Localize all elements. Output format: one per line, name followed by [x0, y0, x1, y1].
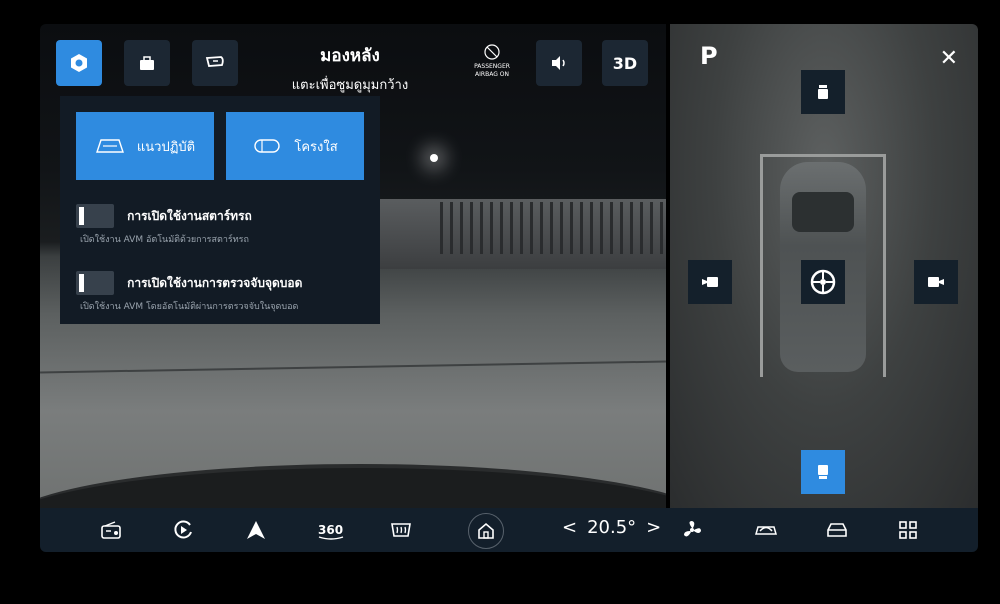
car-front-icon	[827, 523, 847, 537]
grid-icon	[899, 521, 917, 539]
rear-defrost-button[interactable]	[389, 518, 413, 542]
start-activation-toggle[interactable]	[76, 204, 114, 228]
wheel-view-button[interactable]	[801, 260, 845, 304]
air-recirculation-icon	[755, 526, 777, 535]
rear-camera-view[interactable]: มองหลัง แตะเพื่อซูมดูมุมกว้าง PASSENGER …	[40, 24, 666, 508]
radio-button[interactable]	[99, 518, 123, 542]
bottom-nav-bar: 360 < 20.5° >	[40, 508, 978, 552]
trunk-icon	[140, 56, 154, 70]
svg-text:360: 360	[318, 523, 343, 537]
blindspot-activation-row: การเปิดใช้งานการตรวจจับจุดบอด เปิดใช้งาน…	[76, 271, 376, 313]
radio-icon	[101, 521, 121, 539]
guide-mode-label: แนวปฏิบัติ	[136, 139, 196, 155]
blindspot-activation-description: เปิดใช้งาน AVM โดยอัตโนมัติผ่านการตรวจจั…	[80, 302, 299, 312]
mirror-view-button[interactable]	[192, 40, 238, 86]
camera-fence	[440, 202, 666, 254]
360-camera-icon: 360	[318, 523, 344, 540]
home-icon	[478, 522, 494, 539]
close-icon[interactable]: ✕	[940, 46, 958, 71]
camera-bumper-edge	[40, 464, 666, 508]
play-circle-icon	[174, 520, 192, 539]
trunk-view-button[interactable]	[124, 40, 170, 86]
settings-icon	[71, 54, 87, 72]
volume-button[interactable]	[536, 40, 582, 86]
transparent-mode-label: โครงใส	[294, 139, 338, 155]
camera-road-line	[40, 360, 666, 374]
airbag-line1: PASSENGER	[474, 63, 510, 70]
start-activation-label: การเปิดใช้งานสตาร์ทรถ	[127, 208, 252, 223]
air-recirculation-button[interactable]	[752, 518, 780, 542]
birdseye-view: P ✕	[670, 24, 978, 508]
transparent-chassis-icon	[254, 139, 281, 153]
vehicle-windshield	[792, 192, 854, 232]
side-mirror-icon	[205, 56, 224, 67]
camera-subtitle: แตะเพื่อซูมดูมุมกว้าง	[291, 78, 409, 93]
rear-car-icon	[818, 465, 828, 479]
guide-mode-button[interactable]: แนวปฏิบัติ	[76, 112, 214, 180]
left-camera-button[interactable]	[688, 260, 732, 304]
media-play-button[interactable]	[171, 518, 195, 542]
temperature-control: < 20.5° >	[562, 517, 661, 538]
airbag-line2: AIRBAG ON	[475, 71, 509, 78]
camera-title: มองหลัง	[320, 46, 380, 66]
home-button[interactable]	[468, 513, 504, 549]
settings-button[interactable]	[56, 40, 102, 86]
rear-camera-button[interactable]	[801, 450, 845, 494]
airbag-status: PASSENGER AIRBAG ON	[472, 44, 512, 79]
street-lamp	[430, 154, 438, 162]
wheel-icon	[810, 269, 836, 295]
guide-lines-icon	[95, 139, 124, 153]
fan-button[interactable]	[680, 518, 704, 542]
vehicle-settings-button[interactable]	[823, 518, 851, 542]
3d-view-button[interactable]: 3D	[602, 40, 648, 86]
temp-decrease-button[interactable]: <	[562, 517, 577, 538]
front-camera-button[interactable]	[801, 70, 845, 114]
navigation-button[interactable]	[244, 518, 268, 542]
camera-360-button[interactable]: 360	[316, 518, 346, 542]
speaker-icon	[552, 56, 565, 70]
temp-increase-button[interactable]: >	[646, 517, 661, 538]
camera-right-icon	[928, 277, 944, 287]
camera-settings-panel: แนวปฏิบัติ โครงใส การเปิดใช้งานสตาร์ทรถ …	[60, 96, 380, 324]
start-activation-row: การเปิดใช้งานสตาร์ทรถ เปิดใช้งาน AVM อัต…	[76, 204, 376, 246]
blindspot-activation-toggle[interactable]	[76, 271, 114, 295]
transparent-mode-button[interactable]: โครงใส	[226, 112, 364, 180]
fan-icon	[684, 521, 701, 537]
start-activation-description: เปิดใช้งาน AVM อัตโนมัติด้วยการสตาร์ทรถ	[80, 235, 249, 245]
screen: มองหลัง แตะเพื่อซูมดูมุมกว้าง PASSENGER …	[40, 24, 978, 552]
gear-indicator: P	[700, 42, 718, 70]
navigation-arrow-icon	[247, 521, 265, 539]
camera-title-block[interactable]: มองหลัง แตะเพื่อซูมดูมุมกว้าง	[280, 42, 420, 95]
camera-left-icon	[702, 277, 718, 287]
temperature-value: 20.5°	[587, 517, 637, 538]
blindspot-activation-label: การเปิดใช้งานการตรวจจับจุดบอด	[127, 275, 303, 290]
app-grid-button[interactable]	[896, 518, 920, 542]
right-camera-button[interactable]	[914, 260, 958, 304]
rear-defrost-icon	[391, 523, 411, 537]
front-car-icon	[818, 85, 828, 99]
airbag-icon	[484, 44, 500, 60]
